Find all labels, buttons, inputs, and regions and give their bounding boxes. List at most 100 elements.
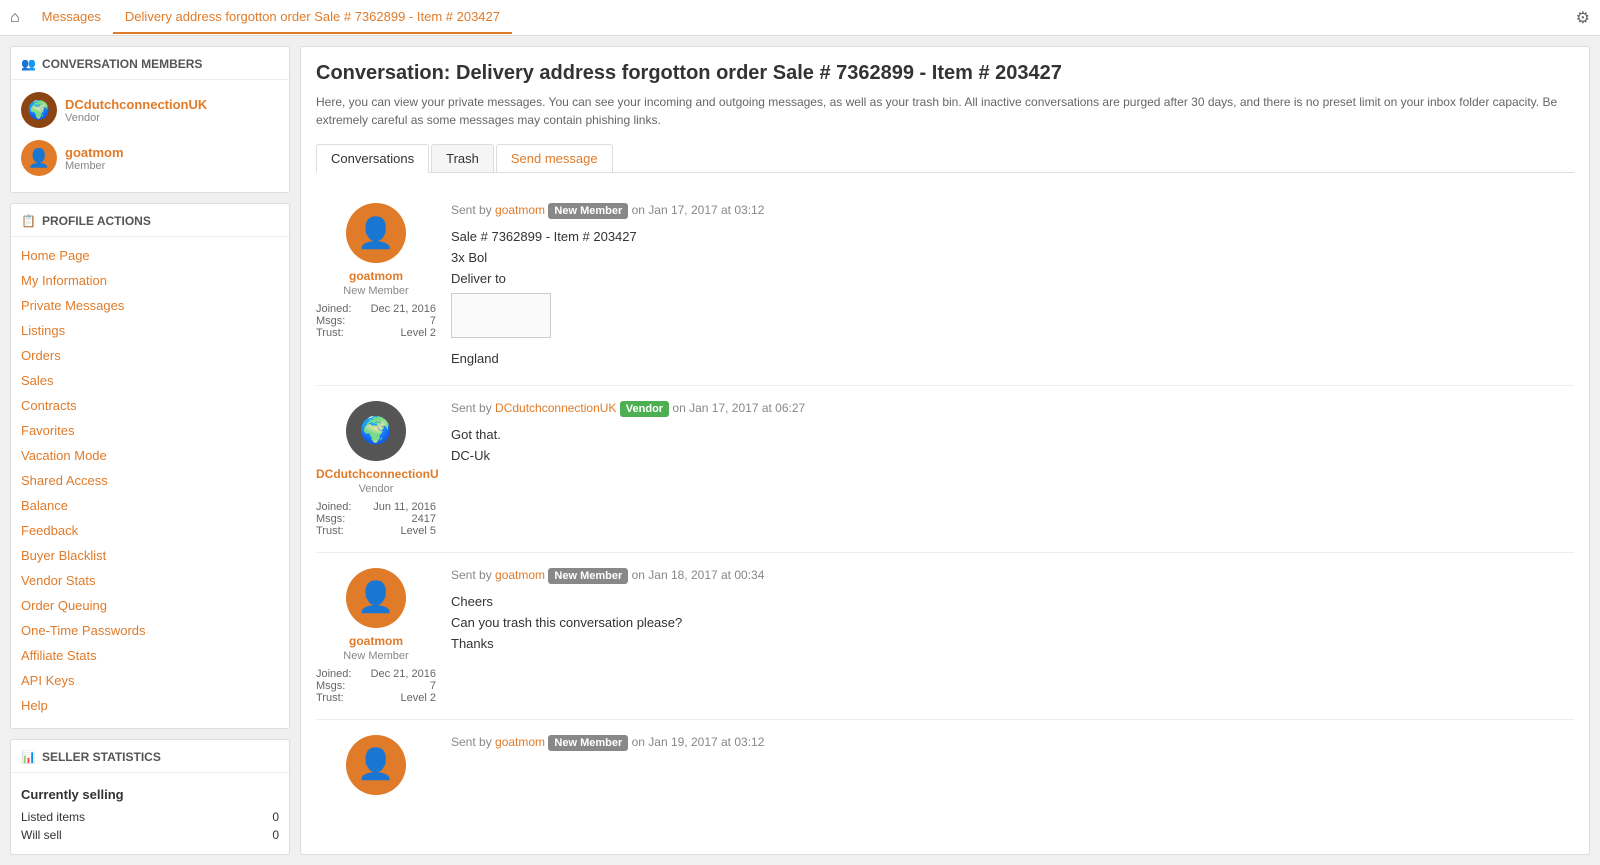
link-contracts[interactable]: Contracts [11,393,289,418]
link-favorites[interactable]: Favorites [11,418,289,443]
message-3: 👤 goatmom New Member Joined: Dec 21, 201… [316,553,1574,720]
profile-icon: 📋 [21,214,36,228]
main-content: Conversation: Delivery address forgotton… [300,46,1590,855]
msg-3-body: Sent by goatmom New Member on Jan 18, 20… [451,568,1574,704]
conversation-members-card: 👥 CONVERSATION MEMBERS 🌍 DCdutchconnecti… [10,46,290,193]
msg-1-address-box [451,293,551,338]
msg-2-sent-by: Sent by DCdutchconnectionUK Vendor on Ja… [451,401,1574,417]
msg-3-username[interactable]: goatmom [316,634,436,648]
msg-2-joined-date: Jun 11, 2016 [373,501,436,513]
msg-4-sent-by: Sent by goatmom New Member on Jan 19, 20… [451,735,1574,751]
msg-2-date: Jan 17, 2017 at 06:27 [689,401,805,415]
profile-actions-card: 📋 PROFILE ACTIONS Home Page My Informati… [10,203,290,729]
msg-2-role: Vendor [316,483,436,495]
msg-2-meta: Joined: Jun 11, 2016 Msgs: 2417 Trust: L… [316,501,436,537]
msg-1-role: New Member [316,285,436,297]
msg-3-msgs-count: 7 [430,680,436,692]
vendor-name[interactable]: DCdutchconnectionUK [65,97,207,112]
link-balance[interactable]: Balance [11,493,289,518]
msg-3-joined-date: Dec 21, 2016 [371,668,436,680]
link-my-information[interactable]: My Information [11,268,289,293]
msg-4-badge: New Member [548,735,628,751]
link-home-page[interactable]: Home Page [11,243,289,268]
msg-1-trust-label: Trust: [316,327,344,339]
msg-3-role: New Member [316,650,436,662]
home-icon[interactable]: ⌂ [10,9,20,27]
msg-2-sender-link[interactable]: DCdutchconnectionUK [495,401,616,415]
msg-2-body: Sent by DCdutchconnectionUK Vendor on Ja… [451,401,1574,537]
msg-2-line-1: Got that. [451,425,1574,446]
listed-value: 0 [272,810,279,824]
listed-label: Listed items [21,810,85,824]
member-goatmom: 👤 goatmom Member [11,134,289,182]
msg-3-msgs-label: Msgs: [316,680,345,692]
msg-3-sidebar: 👤 goatmom New Member Joined: Dec 21, 201… [316,568,436,704]
tab-messages[interactable]: Messages [30,1,113,34]
will-sell-label: Will sell [21,828,62,842]
msg-4-avatar: 👤 [346,735,406,795]
link-api-keys[interactable]: API Keys [11,668,289,693]
link-feedback[interactable]: Feedback [11,518,289,543]
settings-icon[interactable]: ⚙ [1576,8,1590,28]
msg-1-line-1: Sale # 7362899 - Item # 203427 [451,227,1574,248]
msg-3-joined-label: Joined: [316,668,351,680]
msg-4-sender-link[interactable]: goatmom [495,735,545,749]
stats-icon: 📊 [21,750,36,764]
tab-send-message[interactable]: Send message [496,144,613,172]
goatmom-info: goatmom Member [65,145,124,172]
link-vacation-mode[interactable]: Vacation Mode [11,443,289,468]
msg-1-joined-label: Joined: [316,303,351,315]
link-sales[interactable]: Sales [11,368,289,393]
msg-1-body: Sent by goatmom New Member on Jan 17, 20… [451,203,1574,370]
msg-2-username[interactable]: DCdutchconnectionU [316,467,436,481]
link-order-queuing[interactable]: Order Queuing [11,593,289,618]
msg-2-line-2: DC-Uk [451,446,1574,467]
msg-1-avatar: 👤 [346,203,406,263]
msg-4-sidebar: 👤 [316,735,436,801]
tab-conversation[interactable]: Delivery address forgotton order Sale # … [113,1,512,34]
link-listings[interactable]: Listings [11,318,289,343]
msg-2-avatar: 🌍 [346,401,406,461]
link-affiliate-stats[interactable]: Affiliate Stats [11,643,289,668]
currently-selling-label: Currently selling [21,787,279,802]
vendor-role: Vendor [65,112,207,124]
msg-3-line-3: Thanks [451,634,1574,655]
message-1: 👤 goatmom New Member Joined: Dec 21, 201… [316,188,1574,386]
msg-1-line-2: 3x Bol [451,248,1574,269]
tab-trash[interactable]: Trash [431,144,494,172]
msg-1-sender-link[interactable]: goatmom [495,203,545,217]
msg-2-joined-label: Joined: [316,501,351,513]
msg-3-date: Jan 18, 2017 at 00:34 [648,568,764,582]
will-sell-value: 0 [272,828,279,842]
msg-3-sent-by: Sent by goatmom New Member on Jan 18, 20… [451,568,1574,584]
msg-2-badge: Vendor [620,401,669,417]
msg-1-username[interactable]: goatmom [316,269,436,283]
link-vendor-stats[interactable]: Vendor Stats [11,568,289,593]
link-one-time-passwords[interactable]: One-Time Passwords [11,618,289,643]
link-help[interactable]: Help [11,693,289,718]
msg-1-trust-value: Level 2 [401,327,436,339]
msg-4-date: Jan 19, 2017 at 03:12 [648,735,764,749]
seller-stats-header: 📊 SELLER STATISTICS [11,750,289,773]
page-title: Conversation: Delivery address forgotton… [316,62,1574,85]
msg-3-avatar: 👤 [346,568,406,628]
link-shared-access[interactable]: Shared Access [11,468,289,493]
msg-1-msgs-count: 7 [430,315,436,327]
msg-1-line-5: England [451,349,1574,370]
msg-3-sender-link[interactable]: goatmom [495,568,545,582]
link-orders[interactable]: Orders [11,343,289,368]
msg-1-sidebar: 👤 goatmom New Member Joined: Dec 21, 201… [316,203,436,370]
seller-stats-card: 📊 SELLER STATISTICS Currently selling Li… [10,739,290,855]
msg-3-line-1: Cheers [451,592,1574,613]
tab-conversations[interactable]: Conversations [316,144,429,173]
sidebar: 👥 CONVERSATION MEMBERS 🌍 DCdutchconnecti… [10,46,290,855]
seller-stats-content: Currently selling Listed items 0 Will se… [11,779,289,844]
link-private-messages[interactable]: Private Messages [11,293,289,318]
goatmom-name[interactable]: goatmom [65,145,124,160]
msg-3-trust-label: Trust: [316,692,344,704]
msg-2-msgs-label: Msgs: [316,513,345,525]
msg-1-msgs-label: Msgs: [316,315,345,327]
member-vendor: 🌍 DCdutchconnectionUK Vendor [11,86,289,134]
msg-3-meta: Joined: Dec 21, 2016 Msgs: 7 Trust: Leve… [316,668,436,704]
link-buyer-blacklist[interactable]: Buyer Blacklist [11,543,289,568]
